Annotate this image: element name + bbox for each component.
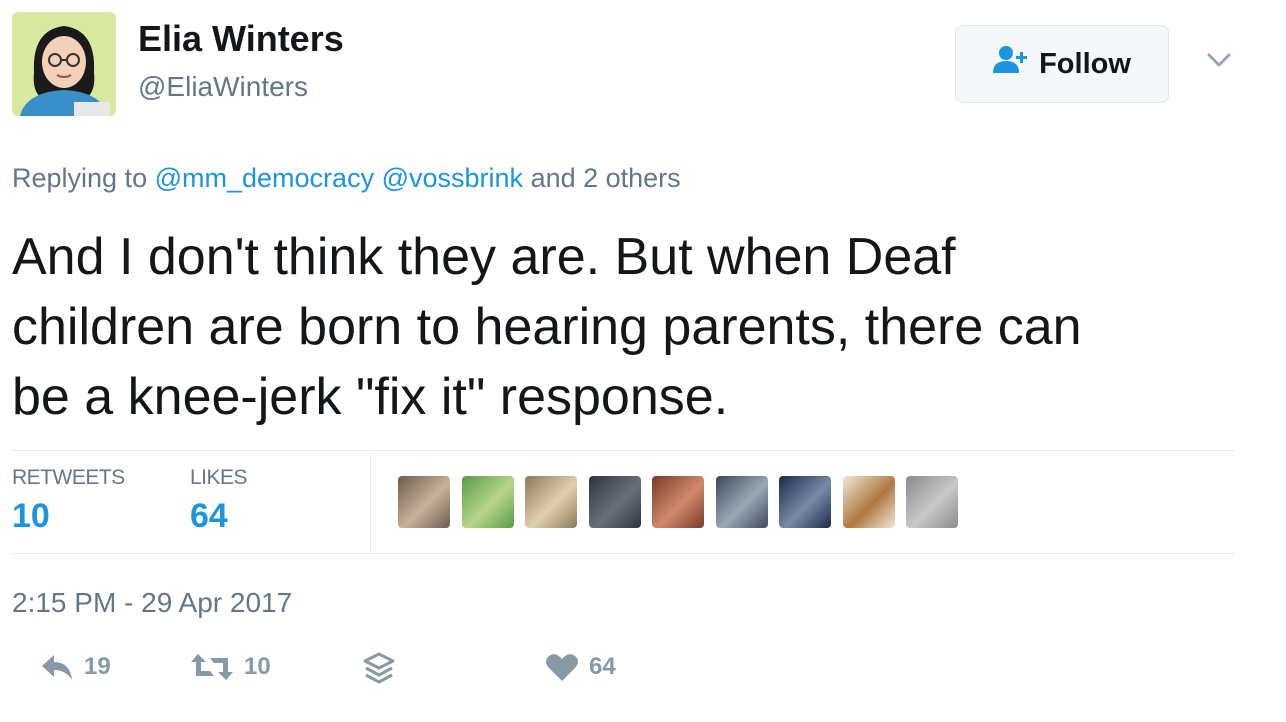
reply-prefix: Replying to (12, 163, 148, 193)
likes-count[interactable]: 64 (190, 497, 228, 536)
reply-others[interactable]: and 2 others (531, 163, 681, 193)
follow-label: Follow (1039, 47, 1131, 80)
retweets-count[interactable]: 10 (12, 497, 50, 536)
add-user-icon (993, 45, 1029, 83)
liker-avatar-2[interactable] (461, 476, 514, 528)
liker-avatar-7[interactable] (779, 476, 831, 528)
layers-icon (362, 652, 396, 686)
mention-link[interactable]: @mm_democracy (155, 163, 374, 193)
reply-button[interactable]: 19 (40, 652, 111, 682)
liker-avatar-1[interactable] (398, 476, 450, 528)
liker-avatar-4[interactable] (588, 476, 641, 528)
retweet-count: 10 (244, 653, 271, 680)
reply-icon (40, 652, 74, 682)
author-avatar-image (12, 12, 116, 116)
reply-count: 19 (84, 653, 111, 680)
dm-button[interactable] (362, 652, 396, 686)
mention-link[interactable]: @vossbrink (382, 163, 523, 193)
tweet-line: be a knee-jerk "fix it" response. (12, 368, 729, 426)
author-display-name[interactable]: Elia Winters (138, 18, 344, 60)
retweet-icon (190, 652, 234, 682)
chevron-down-icon[interactable] (1203, 48, 1235, 72)
retweet-button[interactable]: 10 (190, 652, 271, 682)
like-button[interactable]: 64 (545, 652, 616, 682)
retweets-label[interactable]: RETWEETS (12, 466, 125, 490)
liker-avatar-3[interactable] (525, 476, 577, 528)
liker-avatar-9[interactable] (906, 476, 958, 528)
tweet-line: children are born to hearing parents, th… (12, 298, 1082, 356)
divider (12, 450, 1234, 451)
tweet-text: And I don't think they are. But when Dea… (12, 222, 1252, 432)
liker-avatar-5[interactable] (652, 476, 704, 528)
like-count: 64 (589, 653, 616, 680)
likes-label[interactable]: LIKES (190, 466, 248, 490)
author-avatar[interactable] (12, 12, 116, 116)
follow-button[interactable]: Follow (955, 25, 1169, 103)
heart-icon (545, 652, 579, 682)
tweet-timestamp[interactable]: 2:15 PM - 29 Apr 2017 (12, 587, 292, 619)
divider (12, 553, 1234, 554)
reply-context: Replying to @mm_democracy @vossbrink and… (12, 163, 681, 194)
tweet-line: And I don't think they are. But when Dea… (12, 228, 956, 286)
liker-avatar-8[interactable] (842, 476, 895, 528)
liker-avatar-6[interactable] (715, 476, 768, 528)
author-handle[interactable]: @EliaWinters (138, 71, 308, 103)
stats-divider (370, 452, 371, 552)
